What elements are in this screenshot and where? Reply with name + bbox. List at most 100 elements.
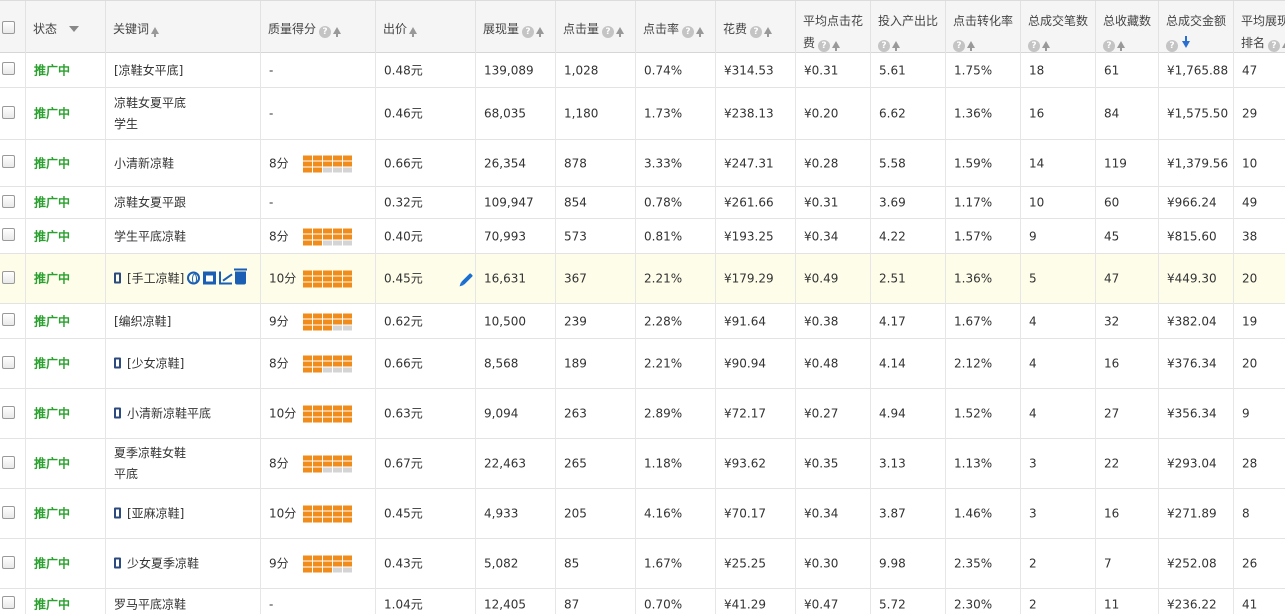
row-checkbox[interactable] xyxy=(2,195,15,208)
keyword-text[interactable]: 少女夏季凉鞋 xyxy=(127,557,199,571)
row-checkbox[interactable] xyxy=(2,155,15,168)
help-icon[interactable]: ? xyxy=(682,26,695,38)
keyword-link[interactable]: 小清新凉鞋平底 xyxy=(114,404,212,425)
sort-arrow-icon[interactable] xyxy=(616,27,625,37)
row-checkbox[interactable] xyxy=(2,356,15,369)
keyword-link[interactable]: [亚麻凉鞋] xyxy=(114,504,194,525)
sort-arrow-active-icon[interactable] xyxy=(1182,36,1190,48)
help-icon[interactable]: ? xyxy=(878,40,890,52)
help-icon[interactable]: ? xyxy=(1028,40,1040,52)
help-icon[interactable]: ? xyxy=(319,26,332,38)
row-checkbox[interactable] xyxy=(2,456,15,469)
table-row[interactable]: 推广中 [凉鞋女平底] - 0.48元 139,089 1,028 0.74% ¥314.53… xyxy=(0,53,1285,88)
keyword-text[interactable]: [凉鞋女平底] xyxy=(114,63,183,77)
table-row[interactable]: 推广中 [手工凉鞋] 10分 0.45元 16,631 367 2.21% ¥179.29 ¥0… xyxy=(0,254,1285,304)
report-icon[interactable] xyxy=(203,271,217,285)
keyword-text[interactable]: 小清新凉鞋 xyxy=(114,156,174,170)
help-icon[interactable]: ? xyxy=(953,40,965,52)
help-icon[interactable]: ? xyxy=(522,26,535,38)
keyword-link[interactable]: [凉鞋女平底] xyxy=(114,60,194,81)
row-checkbox[interactable] xyxy=(2,506,15,519)
keyword-text[interactable]: 夏季凉鞋女鞋平底 xyxy=(114,446,186,481)
help-icon[interactable]: ? xyxy=(818,40,831,52)
header-gmv[interactable]: 总成交金额? xyxy=(1159,1,1234,54)
keyword-link[interactable]: [少女凉鞋] xyxy=(114,354,194,375)
table-row[interactable]: 推广中 夏季凉鞋女鞋平底 8分 0.67元 22,463 265 1.18% ¥93.62 ¥0… xyxy=(0,439,1285,489)
sort-arrow-icon[interactable] xyxy=(151,27,160,37)
cost-cell: ¥72.17 xyxy=(716,389,796,439)
keyword-text[interactable]: [编织凉鞋] xyxy=(114,314,171,328)
keyword-link[interactable]: 学生平底凉鞋 xyxy=(114,226,194,247)
globe-icon[interactable] xyxy=(187,271,201,285)
keyword-text[interactable]: 罗马平底凉鞋 xyxy=(114,597,186,611)
sort-arrow-icon[interactable] xyxy=(1042,41,1050,51)
table-row[interactable]: 推广中 凉鞋女夏平跟 - 0.32元 109,947 854 0.78% ¥261.66 ¥0.… xyxy=(0,187,1285,219)
header-avg-cpc[interactable]: 平均点击花费? xyxy=(796,1,871,54)
row-checkbox[interactable] xyxy=(2,406,15,419)
keyword-text[interactable]: [亚麻凉鞋] xyxy=(127,507,184,521)
keyword-link[interactable]: 少女夏季凉鞋 xyxy=(114,554,212,575)
help-icon[interactable]: ? xyxy=(602,26,615,38)
row-checkbox[interactable] xyxy=(2,228,15,241)
keyword-text[interactable]: 凉鞋女夏平底学生 xyxy=(114,96,186,131)
help-icon[interactable]: ? xyxy=(1103,40,1115,52)
header-roi[interactable]: 投入产出比? xyxy=(871,1,946,54)
table-row[interactable]: 推广中 小清新凉鞋 8分 0.66元 26,354 878 3.33% ¥247.31 ¥0.2… xyxy=(0,140,1285,187)
table-row[interactable]: 推广中 [亚麻凉鞋] 10分 0.45元 4,933 205 4.16% ¥70.17 ¥0.3… xyxy=(0,489,1285,539)
header-clicks[interactable]: 点击量? xyxy=(556,1,636,54)
table-row[interactable]: 推广中 罗马平底凉鞋 - 1.04元 12,405 87 0.70% ¥41.29 ¥0.47 5… xyxy=(0,589,1285,614)
sort-arrow-icon[interactable] xyxy=(333,27,342,37)
header-quality-score[interactable]: 质量得分? xyxy=(261,1,376,54)
row-checkbox[interactable] xyxy=(2,556,15,569)
table-row[interactable]: 推广中 小清新凉鞋平底 10分 0.63元 9,094 263 2.89% ¥72.17 ¥0.… xyxy=(0,389,1285,439)
header-avg-rank[interactable]: 平均展现排名? xyxy=(1234,1,1285,54)
row-checkbox[interactable] xyxy=(2,62,15,75)
sort-arrow-icon[interactable] xyxy=(536,27,545,37)
header-ctr[interactable]: 点击率? xyxy=(636,1,716,54)
row-checkbox[interactable] xyxy=(2,596,15,609)
keyword-link[interactable]: [编织凉鞋] xyxy=(114,311,194,332)
keyword-link[interactable]: 夏季凉鞋女鞋平底 xyxy=(114,443,194,485)
sort-arrow-icon[interactable] xyxy=(832,41,841,51)
keyword-text[interactable]: [手工凉鞋] xyxy=(127,272,184,286)
sort-arrow-icon[interactable] xyxy=(892,41,900,51)
sort-arrow-icon[interactable] xyxy=(409,27,418,37)
keyword-text[interactable]: 学生平底凉鞋 xyxy=(114,229,186,243)
keyword-text[interactable]: [少女凉鞋] xyxy=(127,357,184,371)
select-all-checkbox[interactable] xyxy=(2,21,15,34)
keyword-link[interactable]: 凉鞋女夏平底学生 xyxy=(114,93,194,135)
sort-arrow-icon[interactable] xyxy=(764,27,773,37)
header-status[interactable]: 状态 xyxy=(26,1,106,54)
sort-arrow-icon[interactable] xyxy=(696,27,705,37)
header-conv-rate[interactable]: 点击转化率? xyxy=(946,1,1021,54)
keyword-link[interactable]: 凉鞋女夏平跟 xyxy=(114,193,194,214)
chevron-down-icon[interactable] xyxy=(69,26,80,32)
edit-bid-icon[interactable] xyxy=(460,272,474,286)
header-favorites[interactable]: 总收藏数? xyxy=(1096,1,1159,54)
table-row[interactable]: 推广中 少女夏季凉鞋 9分 0.43元 5,082 85 1.67% ¥25.25 ¥0.30 9… xyxy=(0,539,1285,589)
keyword-link[interactable]: 小清新凉鞋 xyxy=(114,153,194,174)
header-orders[interactable]: 总成交笔数? xyxy=(1021,1,1096,54)
header-keyword[interactable]: 关键词 xyxy=(106,1,261,54)
header-cost[interactable]: 花费? xyxy=(716,1,796,54)
trend-chart-icon[interactable] xyxy=(219,271,233,285)
help-icon[interactable]: ? xyxy=(750,26,763,38)
help-icon[interactable]: ? xyxy=(1166,40,1178,52)
header-impressions[interactable]: 展现量? xyxy=(476,1,556,54)
row-checkbox[interactable] xyxy=(2,313,15,326)
table-row[interactable]: 推广中 学生平底凉鞋 8分 0.40元 70,993 573 0.81% ¥193.25 ¥0.… xyxy=(0,219,1285,254)
sort-arrow-icon[interactable] xyxy=(1117,41,1125,51)
keyword-link[interactable]: 罗马平底凉鞋 xyxy=(114,594,194,614)
table-row[interactable]: 推广中 [少女凉鞋] 8分 0.66元 8,568 189 2.21% ¥90.94 ¥0.48… xyxy=(0,339,1285,389)
header-bid[interactable]: 出价 xyxy=(376,1,476,54)
row-checkbox[interactable] xyxy=(2,271,15,284)
keyword-text[interactable]: 凉鞋女夏平跟 xyxy=(114,196,186,210)
table-row[interactable]: 推广中 凉鞋女夏平底学生 - 0.46元 68,035 1,180 1.73% ¥238.13… xyxy=(0,88,1285,140)
help-icon[interactable]: ? xyxy=(1268,40,1281,52)
sort-arrow-icon[interactable] xyxy=(967,41,975,51)
table-row[interactable]: 推广中 [编织凉鞋] 9分 0.62元 10,500 239 2.28% ¥91.64 ¥0.3… xyxy=(0,304,1285,339)
keyword-text[interactable]: 小清新凉鞋平底 xyxy=(127,407,211,421)
trash-icon[interactable] xyxy=(234,268,248,285)
row-checkbox[interactable] xyxy=(2,106,15,119)
keyword-link[interactable]: [手工凉鞋] xyxy=(114,268,254,290)
